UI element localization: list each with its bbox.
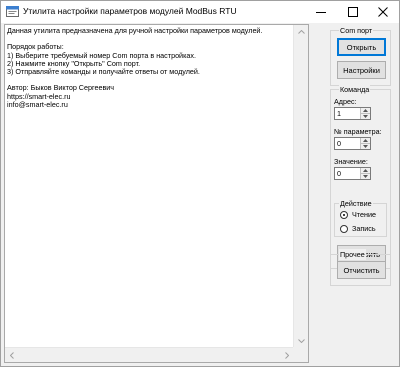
param-number-value: 0 — [337, 139, 341, 148]
value-label: Значение: — [334, 157, 368, 166]
triangle-up-icon — [363, 109, 368, 112]
minimize-icon — [316, 12, 326, 13]
scroll-left-button[interactable] — [5, 348, 19, 362]
triangle-down-icon — [363, 175, 368, 178]
main-window: Утилита настройки параметров модулей Mod… — [0, 0, 400, 367]
other-group: Прочее Отчистить — [330, 249, 391, 286]
maximize-button[interactable] — [337, 1, 369, 23]
vertical-scrollbar[interactable] — [293, 25, 308, 348]
triangle-up-icon — [363, 169, 368, 172]
value-value: 0 — [337, 169, 341, 178]
address-label: Адрес: — [334, 97, 357, 106]
read-radio-label[interactable]: Чтение — [352, 210, 376, 219]
scroll-down-button[interactable] — [294, 334, 308, 348]
address-decrement-button[interactable] — [361, 114, 370, 119]
com-port-group-label: Com порт — [339, 25, 374, 36]
title-bar[interactable]: Утилита настройки параметров модулей Mod… — [1, 1, 399, 23]
app-icon — [6, 6, 19, 17]
address-value: 1 — [337, 109, 341, 118]
scroll-up-button[interactable] — [294, 25, 308, 39]
value-decrement-button[interactable] — [361, 174, 370, 179]
triangle-down-icon — [363, 115, 368, 118]
triangle-up-icon — [363, 139, 368, 142]
port-settings-button[interactable]: Настройки — [337, 61, 386, 79]
param-number-label: № параметра: — [334, 127, 382, 136]
action-group: Действие Чтение Запись — [334, 198, 387, 237]
maximize-icon — [348, 7, 358, 17]
chevron-left-icon — [10, 351, 14, 359]
info-text-lines: Данная утилита предназначена для ручной … — [7, 26, 292, 109]
minimize-button[interactable] — [305, 1, 337, 23]
client-area: Данная утилита предназначена для ручной … — [1, 23, 399, 366]
info-text-line: Данная утилита предназначена для ручной … — [7, 26, 263, 35]
com-port-group: Com порт Открыть Настройки — [330, 25, 391, 86]
clear-button[interactable]: Отчистить — [337, 261, 386, 279]
info-text-line: info@smart-elec.ru — [7, 99, 68, 109]
write-radio-label[interactable]: Запись — [352, 224, 376, 233]
value-spin-buttons — [360, 168, 370, 179]
info-textarea[interactable]: Данная утилита предназначена для ручной … — [4, 24, 309, 363]
triangle-down-icon — [363, 145, 368, 148]
param-number-spinbox[interactable]: 0 — [334, 137, 371, 150]
window-title: Утилита настройки параметров модулей Mod… — [23, 6, 237, 16]
scroll-right-button[interactable] — [280, 348, 294, 362]
address-spinbox[interactable]: 1 — [334, 107, 371, 120]
info-text-line: 3) Отправляйте команды и получайте ответ… — [7, 66, 200, 76]
command-group-label: Команда — [339, 84, 371, 95]
scroll-corner — [293, 347, 308, 362]
radio-selected-dot — [343, 214, 345, 216]
write-radio[interactable] — [340, 225, 348, 233]
param-decrement-button[interactable] — [361, 144, 370, 149]
value-spinbox[interactable]: 0 — [334, 167, 371, 180]
other-group-label: Прочее — [339, 249, 366, 260]
open-port-button[interactable]: Открыть — [337, 38, 386, 56]
chevron-right-icon — [285, 351, 289, 359]
chevron-down-icon — [297, 339, 305, 343]
horizontal-scrollbar[interactable] — [5, 347, 294, 362]
read-radio[interactable] — [340, 211, 348, 219]
address-spin-buttons — [360, 108, 370, 119]
action-group-label: Действие — [339, 198, 373, 209]
command-group: Команда Адрес: 1 № параметра: 0 Значение… — [330, 84, 391, 269]
close-button[interactable] — [367, 1, 399, 23]
param-spin-buttons — [360, 138, 370, 149]
chevron-up-icon — [297, 30, 305, 34]
close-icon — [378, 7, 388, 17]
